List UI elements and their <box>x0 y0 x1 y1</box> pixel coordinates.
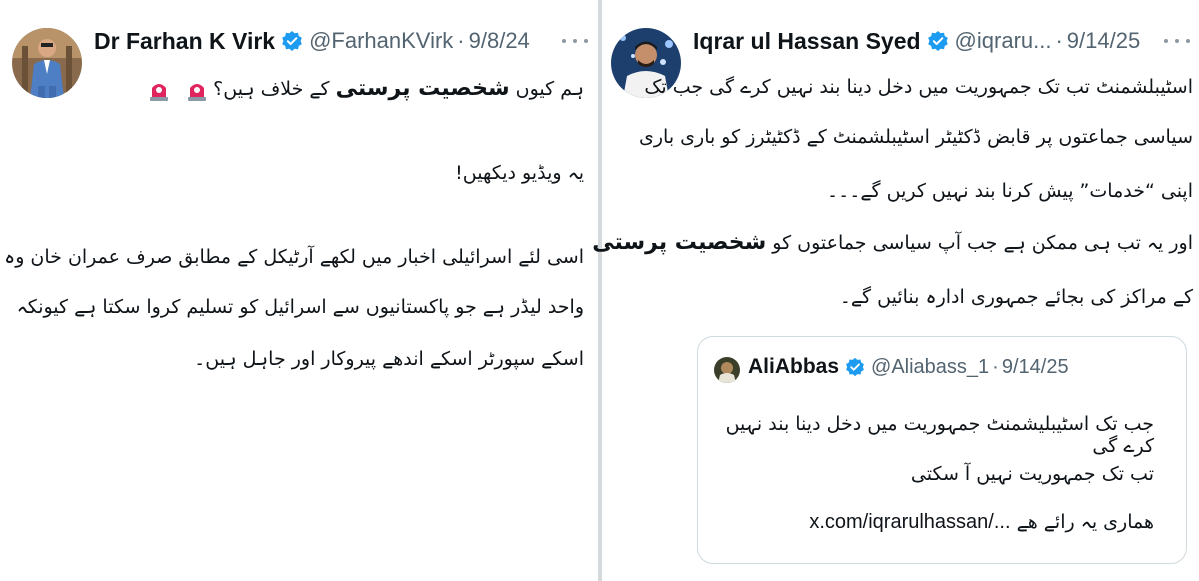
tweet-line-2: یہ ویڈیو دیکھیں! <box>455 162 584 184</box>
more-options-icon[interactable] <box>1164 30 1190 52</box>
tweet-body: ہم کیوں شخصیت پرستی کے خلاف ہیں؟ یہ ویڈی… <box>4 66 584 386</box>
quoted-tweet-header: AliAbbas @Aliabass_1 · 9/14/25 <box>748 355 1069 379</box>
separator-dot: · <box>992 355 999 378</box>
tweet-line-3: اپنی “خدمات” پیش کرنا بند نہیں کریں گے۔۔… <box>827 180 1193 202</box>
avatar-farhan-virk[interactable] <box>12 28 82 98</box>
verified-badge-icon <box>927 30 949 52</box>
author-handle[interactable]: @iqraru... <box>955 28 1052 54</box>
quoted-tweet[interactable]: AliAbbas @Aliabass_1 · 9/14/25 جب تک اسٹ… <box>697 336 1187 564</box>
tweet-header: Iqrar ul Hassan Syed @iqraru... · 9/14/2… <box>693 26 1140 56</box>
author-handle[interactable]: @FarhanKVirk <box>309 28 453 54</box>
author-name[interactable]: Iqrar ul Hassan Syed <box>693 28 921 55</box>
tweet-line-1: اسٹیبلشمنٹ تب تک جمہوریت میں دخل دینا بن… <box>644 76 1193 98</box>
text-fragment: اور یہ تب ہی ممکن ہے جب آپ سیاسی جماعتوں… <box>772 232 1193 254</box>
siren-icon <box>149 79 169 101</box>
tweet-line-1: ہم کیوں شخصیت پرستی کے خلاف ہیں؟ <box>137 76 584 101</box>
tweet-line-5: اسکے سپورٹر اسکے اندھے پیروکار اور جاہل … <box>194 348 584 370</box>
tweet-date[interactable]: 9/14/25 <box>1002 356 1069 379</box>
highlight-personality-cult: شخصیت پرستی <box>335 76 510 101</box>
author-name[interactable]: Dr Farhan K Virk <box>94 28 275 55</box>
quoted-line-2: تب تک جمہوریت نہیں آ سکتی <box>910 463 1154 485</box>
author-handle[interactable]: @Aliabass_1 <box>871 356 989 379</box>
quoted-line-3: ھماری یہ رائے ھے x.com/iqrarulhassan/... <box>714 511 1154 534</box>
screenshot-collage: Dr Farhan K Virk @FarhanKVirk · 9/8/24 ہ… <box>0 0 1199 581</box>
tweet-iqrar-ul-hassan[interactable]: Iqrar ul Hassan Syed @iqraru... · 9/14/2… <box>592 0 1199 581</box>
tweet-header: Dr Farhan K Virk @FarhanKVirk · 9/8/24 <box>94 26 530 56</box>
verified-badge-icon <box>845 357 865 377</box>
quoted-line-1: جب تک اسٹیبلیشمنٹ جمہوریت میں دخل دینا ب… <box>725 413 1154 457</box>
tweet-line-3: اسی لئے اسرائیلی اخبار میں لکھے آرٹیکل ک… <box>4 246 584 268</box>
more-options-icon[interactable] <box>562 30 588 52</box>
text-fragment: ہم کیوں <box>515 78 584 100</box>
tweet-farhan-virk[interactable]: Dr Farhan K Virk @FarhanKVirk · 9/8/24 ہ… <box>0 0 596 581</box>
separator-dot: · <box>457 28 465 53</box>
text-fragment: کے خلاف ہیں؟ <box>213 78 330 100</box>
separator-dot: · <box>1055 28 1063 53</box>
author-name[interactable]: AliAbbas <box>748 355 839 379</box>
siren-icon <box>187 79 207 101</box>
tweet-body: اسٹیبلشمنٹ تب تک جمہوریت میں دخل دینا بن… <box>592 66 1193 326</box>
vertical-divider <box>598 0 602 581</box>
tweet-line-4: واحد لیڈر ہے جو پاکستانیوں سے اسرائیل کو… <box>16 296 584 318</box>
avatar-aliabbas[interactable] <box>714 357 740 383</box>
verified-badge-icon <box>281 30 303 52</box>
quoted-link[interactable]: x.com/iqrarulhassan/... <box>809 511 1010 533</box>
tweet-line-2: سیاسی جماعتوں پر قابض ڈکٹیٹر اسٹیبلشمنٹ … <box>638 126 1193 148</box>
tweet-line-4: اور یہ تب ہی ممکن ہے جب آپ سیاسی جماعتوں… <box>592 230 1193 255</box>
tweet-date[interactable]: 9/14/25 <box>1067 28 1140 54</box>
tweet-date[interactable]: 9/8/24 <box>469 28 530 54</box>
text-fragment: ھماری یہ رائے ھے <box>1016 511 1154 533</box>
tweet-line-5: کے مراکز کی بجائے جمہوری ادارہ بنائیں گے… <box>839 286 1193 308</box>
highlight-personality-cult: شخصیت پرستی <box>592 230 767 255</box>
